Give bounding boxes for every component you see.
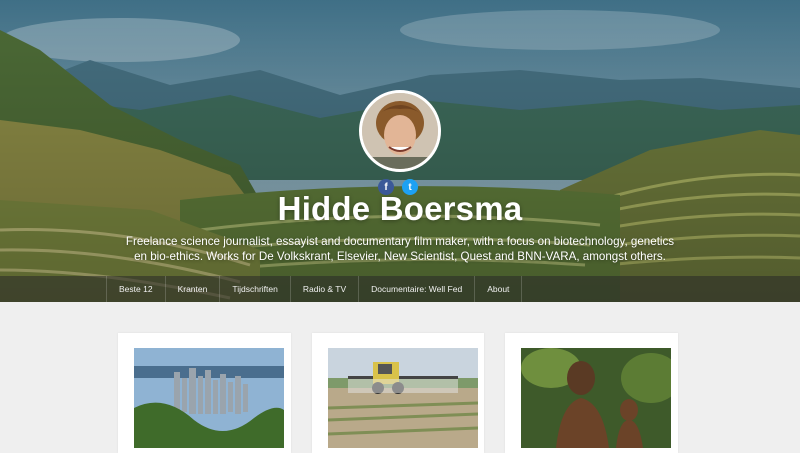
article-cards [118,333,679,453]
nav-item-about[interactable]: About [474,276,523,302]
site-title: Hidde Boersma [277,190,523,227]
profile-photo [362,93,438,169]
nav-item-tijdschriften[interactable]: Tijdschriften [219,276,290,302]
tractor-spraying-field-photo[interactable] [327,348,478,448]
main-navigation: Beste 12 Kranten Tijdschriften Radio & T… [0,276,800,302]
article-card[interactable] [311,333,485,453]
nav-item-kranten[interactable]: Kranten [164,276,220,302]
article-card[interactable] [505,333,679,453]
nav-item-radio-tv[interactable]: Radio & TV [289,276,358,302]
site-tagline: Freelance science journalist, essayist a… [125,235,675,263]
nav-item-beste-12[interactable]: Beste 12 [106,276,165,302]
nav-item-documentaire[interactable]: Documentaire: Well Fed [358,276,474,302]
article-card[interactable] [118,333,291,453]
hero-banner: f t Hidde Boersma Freelance science jour… [0,0,800,302]
profile-avatar [359,90,441,172]
man-and-child-in-forest-photo[interactable] [521,348,672,448]
city-skyline-photo[interactable] [134,348,284,448]
